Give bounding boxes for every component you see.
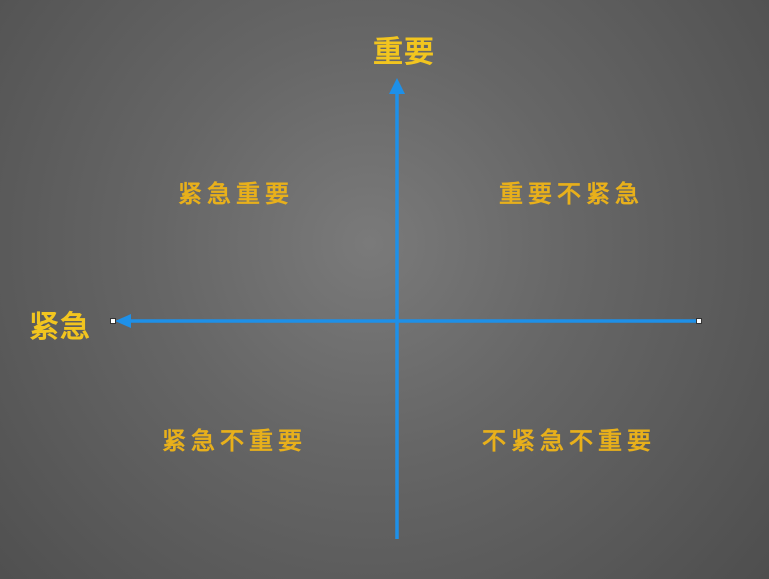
vertical-axis-arrowhead-icon (389, 78, 405, 94)
quadrant-bottom-left-label: 紧急不重要 (162, 427, 307, 455)
quadrant-top-left-label: 紧急重要 (178, 180, 294, 208)
vertical-axis-label: 重要 (373, 35, 435, 70)
quadrant-top-right-label: 重要不紧急 (499, 180, 644, 208)
left-endpoint-handle[interactable] (110, 318, 116, 324)
quadrant-bottom-right-label: 不紧急不重要 (482, 427, 656, 455)
priority-matrix: 重要 紧急 紧急重要 重要不紧急 紧急不重要 不紧急不重要 (0, 0, 769, 579)
horizontal-axis-arrowhead-icon (115, 314, 131, 328)
axes-canvas (110, 78, 702, 539)
right-endpoint-handle[interactable] (696, 318, 702, 324)
horizontal-axis-label: 紧急 (29, 310, 91, 345)
